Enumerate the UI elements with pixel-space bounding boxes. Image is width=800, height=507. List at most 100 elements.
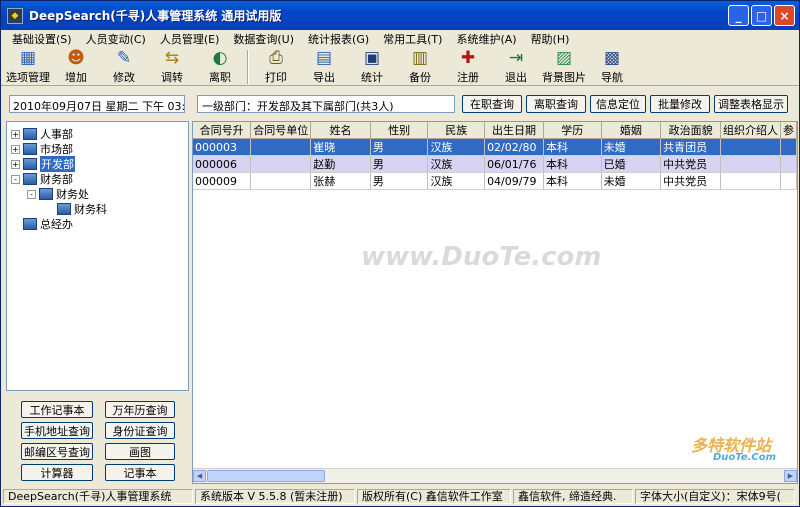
toolbar-backup-button[interactable]: ▥ 备份 bbox=[396, 48, 444, 85]
menu-tools[interactable]: 常用工具(T) bbox=[376, 31, 449, 47]
menu-reports[interactable]: 统计报表(G) bbox=[301, 31, 376, 47]
work-notes-button[interactable]: 工作记事本 bbox=[21, 401, 93, 418]
toolbar-exit-button[interactable]: ⇥ 退出 bbox=[492, 48, 540, 85]
transfer-icon: ⇆ bbox=[164, 48, 180, 68]
minimize-button[interactable]: _ bbox=[728, 5, 749, 26]
table-header-row: 合同号升 合同号单位 姓名 性别 民族 出生日期 学历 婚姻 政治面貌 组织介绍… bbox=[193, 122, 797, 139]
toolbar-transfer-button[interactable]: ⇆ 调转 bbox=[148, 48, 196, 85]
tree-node-development[interactable]: + 开发部 bbox=[11, 156, 75, 172]
info-locate-button[interactable]: 信息定位 bbox=[590, 95, 646, 113]
column-header[interactable]: 组织介绍人 bbox=[720, 122, 781, 139]
cell-name: 崔晓 bbox=[310, 138, 371, 156]
tree-node-marketing[interactable]: + 市场部 bbox=[11, 142, 73, 156]
scroll-left-icon[interactable]: ◀ bbox=[193, 470, 206, 482]
cell-contract-no: 000006 bbox=[193, 155, 252, 173]
expand-icon[interactable]: + bbox=[11, 144, 20, 154]
toolbar-leave-button[interactable]: ◐ 离职 bbox=[196, 48, 244, 85]
cell-extra bbox=[780, 138, 797, 156]
toolbar-separator bbox=[247, 50, 249, 84]
menu-basic-settings[interactable]: 基础设置(S) bbox=[5, 31, 79, 47]
toolbar-options-button[interactable]: ▦ 选项管理 bbox=[4, 48, 52, 85]
tree-node-general-office[interactable]: 总经办 bbox=[23, 217, 73, 231]
folder-icon bbox=[57, 203, 71, 215]
cell-education: 本科 bbox=[543, 138, 602, 156]
menu-personnel-change[interactable]: 人员变动(C) bbox=[79, 31, 153, 47]
collapse-icon[interactable]: - bbox=[27, 189, 36, 199]
watermark-logo: 多特软件站 bbox=[691, 436, 772, 455]
table-row[interactable]: 000006 赵勤 男 汉族 06/01/76 本科 已婚 中共党员 bbox=[193, 155, 797, 173]
toolbar-navigation-button[interactable]: ▩ 导航 bbox=[588, 48, 636, 85]
close-button[interactable]: × bbox=[774, 5, 795, 26]
cell-gender: 男 bbox=[370, 172, 429, 190]
cell-contract-unit bbox=[250, 155, 312, 173]
cell-gender: 男 bbox=[370, 155, 429, 173]
adjust-table-button[interactable]: 调整表格显示 bbox=[714, 95, 788, 113]
cell-introducer bbox=[720, 155, 781, 173]
expand-icon[interactable]: + bbox=[11, 129, 20, 139]
column-header[interactable]: 姓名 bbox=[310, 122, 371, 139]
folder-icon bbox=[23, 143, 37, 155]
toolbar-export-button[interactable]: ▤ 导出 bbox=[300, 48, 348, 85]
tree-node-finance-office[interactable]: - 财务处 bbox=[27, 187, 89, 201]
toolbar-print-button[interactable]: ⎙ 打印 bbox=[252, 48, 300, 85]
cell-political: 中共党员 bbox=[660, 155, 722, 173]
expand-icon[interactable]: + bbox=[11, 159, 20, 169]
left-service-query-button[interactable]: 离职查询 bbox=[526, 95, 586, 113]
title-bar[interactable]: ◆ DeepSearch(千寻)人事管理系统 通用试用版 _ □ × bbox=[1, 1, 799, 30]
watermark-text: www.DuoTe.com bbox=[361, 242, 602, 272]
cell-name: 赵勤 bbox=[310, 155, 371, 173]
notepad-button[interactable]: 记事本 bbox=[105, 464, 175, 481]
scroll-right-icon[interactable]: ▶ bbox=[784, 470, 797, 482]
postal-query-button[interactable]: 邮编区号查询 bbox=[21, 443, 93, 460]
cell-contract-unit bbox=[250, 172, 312, 190]
cell-marital: 未婚 bbox=[601, 172, 662, 190]
column-header[interactable]: 出生日期 bbox=[484, 122, 544, 139]
in-service-query-button[interactable]: 在职查询 bbox=[462, 95, 522, 113]
cell-ethnicity: 汉族 bbox=[427, 138, 486, 156]
maximize-button[interactable]: □ bbox=[751, 5, 772, 26]
folder-icon bbox=[39, 188, 53, 200]
scroll-thumb[interactable] bbox=[207, 470, 325, 482]
table-row[interactable]: 000009 张赫 男 汉族 04/09/79 本科 未婚 中共党员 bbox=[193, 172, 797, 190]
toolbar-background-button[interactable]: ▨ 背景图片 bbox=[540, 48, 588, 85]
menu-personnel-manage[interactable]: 人员管理(E) bbox=[153, 31, 227, 47]
horizontal-scrollbar[interactable]: ◀ ▶ bbox=[193, 468, 797, 483]
cell-introducer bbox=[720, 138, 781, 156]
collapse-icon[interactable]: - bbox=[11, 174, 20, 184]
navigation-icon: ▩ bbox=[603, 48, 621, 68]
cell-contract-no: 000009 bbox=[193, 172, 252, 190]
menu-help[interactable]: 帮助(H) bbox=[524, 31, 577, 47]
department-tree[interactable]: + 人事部 + 市场部 + 开发部 - 财务部 - 财务处 财务科 总经办 bbox=[6, 121, 189, 391]
toolbar-register-button[interactable]: ✚ 注册 bbox=[444, 48, 492, 85]
column-header[interactable]: 政治面貌 bbox=[660, 122, 722, 139]
folder-icon bbox=[23, 173, 37, 185]
idcard-query-button[interactable]: 身份证查询 bbox=[105, 422, 175, 439]
tree-node-hr[interactable]: + 人事部 bbox=[11, 127, 73, 141]
column-header[interactable]: 参 bbox=[780, 122, 797, 139]
menu-maintenance[interactable]: 系统维护(A) bbox=[449, 31, 523, 47]
calendar-query-button[interactable]: 万年历查询 bbox=[105, 401, 175, 418]
toolbar-add-button[interactable]: ☻ 增加 bbox=[52, 48, 100, 85]
paint-button[interactable]: 画图 bbox=[105, 443, 175, 460]
menu-data-query[interactable]: 数据查询(U) bbox=[226, 31, 301, 47]
column-header[interactable]: 民族 bbox=[427, 122, 486, 139]
column-header[interactable]: 合同号升 bbox=[193, 122, 252, 139]
toolbar-statistics-button[interactable]: ▣ 统计 bbox=[348, 48, 396, 85]
mobile-query-button[interactable]: 手机地址查询 bbox=[21, 422, 93, 439]
column-header[interactable]: 性别 bbox=[370, 122, 429, 139]
table-row[interactable]: 000003 崔晓 男 汉族 02/02/80 本科 未婚 共青团员 bbox=[193, 138, 797, 156]
toolbar-edit-button[interactable]: ✎ 修改 bbox=[100, 48, 148, 85]
cell-ethnicity: 汉族 bbox=[427, 155, 486, 173]
column-header[interactable]: 合同号单位 bbox=[250, 122, 312, 139]
cell-gender: 男 bbox=[370, 138, 429, 156]
cell-birthdate: 04/09/79 bbox=[484, 172, 544, 190]
calculator-button[interactable]: 计算器 bbox=[21, 464, 93, 481]
employee-table[interactable]: 合同号升 合同号单位 姓名 性别 民族 出生日期 学历 婚姻 政治面貌 组织介绍… bbox=[192, 121, 798, 484]
status-bar: DeepSearch(千寻)人事管理系统 系统版本 V 5.5.8 (暂未注册)… bbox=[1, 487, 799, 506]
column-header[interactable]: 婚姻 bbox=[601, 122, 662, 139]
column-header[interactable]: 学历 bbox=[543, 122, 602, 139]
tree-node-finance[interactable]: - 财务部 bbox=[11, 172, 73, 186]
batch-edit-button[interactable]: 批量修改 bbox=[650, 95, 710, 113]
tree-node-finance-section[interactable]: 财务科 bbox=[57, 202, 107, 216]
backup-icon: ▥ bbox=[411, 48, 429, 68]
